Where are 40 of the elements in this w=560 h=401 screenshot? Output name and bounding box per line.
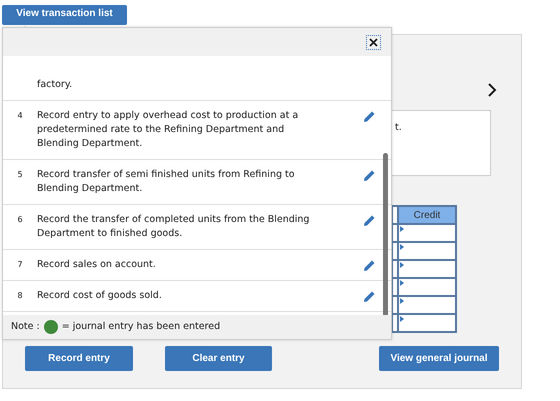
table-cell[interactable] bbox=[398, 224, 456, 242]
triangle-icon bbox=[400, 262, 404, 268]
triangle-icon bbox=[400, 226, 404, 232]
column-header: Credit bbox=[398, 206, 456, 224]
close-button[interactable] bbox=[366, 34, 381, 50]
action-button[interactable]: Record entry bbox=[25, 346, 133, 371]
pencil-icon[interactable] bbox=[363, 169, 376, 182]
description-text: t. bbox=[391, 110, 491, 176]
triangle-icon bbox=[400, 316, 404, 322]
row-number: 8 bbox=[16, 290, 24, 302]
transaction-text: Record entry to apply overhead cost to production at a predetermined rate to the Refining Department and Blending Department. bbox=[37, 109, 300, 151]
transaction-item[interactable]: 4 Record entry to apply overhead cost to production at a predetermined rate to the Refining Department and Blending Department. bbox=[3, 101, 391, 160]
pencil-icon[interactable] bbox=[363, 290, 376, 303]
transaction-text: Record cost of goods sold. bbox=[37, 289, 163, 303]
table-cell[interactable] bbox=[398, 314, 456, 332]
action-button[interactable]: View general journal bbox=[379, 346, 499, 371]
status-dot-icon bbox=[44, 320, 58, 334]
table-cell[interactable] bbox=[398, 242, 456, 260]
transaction-text: Record the transfer of completed units from the Blending Department to finished goods. bbox=[37, 213, 310, 241]
row-number: 5 bbox=[16, 169, 24, 181]
row-number: 4 bbox=[16, 110, 24, 122]
transaction-item[interactable]: factory. bbox=[3, 56, 391, 101]
transaction-text: Record transfer of semi finished units from Refining to Blending Department. bbox=[37, 168, 296, 196]
table-cell[interactable] bbox=[398, 296, 456, 314]
scrollbar[interactable] bbox=[383, 153, 388, 315]
triangle-icon bbox=[400, 280, 404, 286]
table-cell[interactable] bbox=[398, 260, 456, 278]
table-cell[interactable] bbox=[398, 278, 456, 296]
pencil-icon[interactable] bbox=[363, 259, 376, 272]
transaction-text: factory. bbox=[37, 78, 74, 92]
triangle-icon bbox=[400, 298, 404, 304]
transaction-text: Record sales on account. bbox=[37, 258, 157, 272]
action-button[interactable]: Clear entry bbox=[165, 346, 272, 371]
pencil-icon[interactable] bbox=[363, 110, 376, 123]
row-number: 7 bbox=[16, 259, 24, 271]
row-number: 6 bbox=[16, 214, 24, 226]
note-label: Note : bbox=[11, 320, 40, 334]
pencil-icon[interactable] bbox=[363, 214, 376, 227]
triangle-icon bbox=[400, 244, 404, 250]
note-text: = journal entry has been entered bbox=[62, 320, 220, 334]
